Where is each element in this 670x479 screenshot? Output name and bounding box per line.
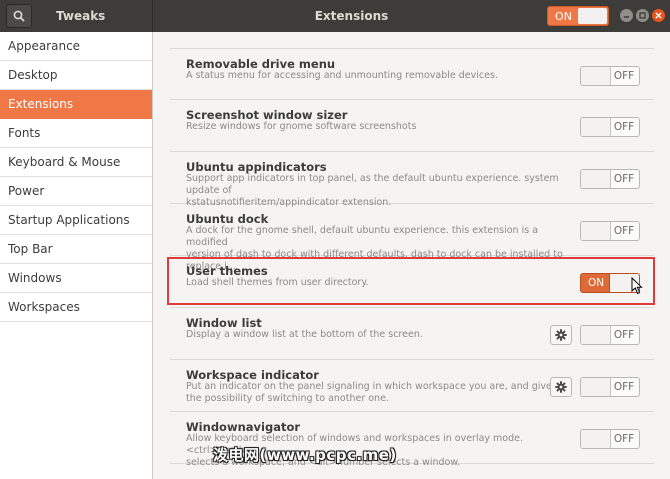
extension-row-ubuntu-appindicators: Ubuntu appindicators Support app indicat… xyxy=(170,152,654,208)
extension-toggle[interactable]: OFF xyxy=(580,429,640,449)
extension-description: Load shell themes from user directory. xyxy=(186,277,369,288)
close-button[interactable] xyxy=(652,9,665,22)
sidebar: Appearance Desktop Extensions Fonts Keyb… xyxy=(0,32,153,479)
gear-icon xyxy=(555,329,567,341)
minimize-button[interactable] xyxy=(620,9,633,22)
extension-name: Workspace indicator xyxy=(186,368,319,382)
maximize-icon xyxy=(639,12,646,19)
watermark: 泼电网(www.pcpc.me) xyxy=(213,446,397,464)
extensions-master-switch[interactable]: ON xyxy=(547,6,609,26)
header-bar: Tweaks Extensions ON xyxy=(0,0,670,32)
toggle-knob xyxy=(581,170,611,188)
extension-row-removable-drive-menu: Removable drive menu A status menu for a… xyxy=(170,48,654,100)
extension-name: Ubuntu appindicators xyxy=(186,160,327,174)
extension-row-workspace-indicator: Workspace indicator Put an indicator on … xyxy=(170,360,654,412)
toggle-knob xyxy=(581,67,611,85)
extension-description: A status menu for accessing and unmounti… xyxy=(186,70,498,81)
extension-settings-button[interactable] xyxy=(550,377,572,397)
extension-toggle[interactable]: OFF xyxy=(580,221,640,241)
extension-row-user-themes: User themes Load shell themes from user … xyxy=(170,256,654,308)
toggle-knob xyxy=(581,118,611,136)
sidebar-item-desktop[interactable]: Desktop xyxy=(0,61,152,90)
extension-name: Removable drive menu xyxy=(186,57,336,71)
extension-settings-button[interactable] xyxy=(550,325,572,345)
search-icon xyxy=(13,10,25,22)
toggle-knob xyxy=(581,378,611,396)
toggle-label: OFF xyxy=(613,329,635,341)
extension-row-ubuntu-dock: Ubuntu dock A dock for the gnome shell, … xyxy=(170,204,654,272)
extension-toggle[interactable]: OFF xyxy=(580,66,640,86)
window-title: Extensions xyxy=(314,9,389,23)
extension-toggle[interactable]: OFF xyxy=(580,377,640,397)
toggle-knob xyxy=(581,326,611,344)
extension-name: User themes xyxy=(186,264,268,278)
maximize-button[interactable] xyxy=(636,9,649,22)
sidebar-item-startup-applications[interactable]: Startup Applications xyxy=(0,206,152,235)
toggle-label: OFF xyxy=(613,173,635,185)
extension-toggle[interactable]: OFF xyxy=(580,325,640,345)
minimize-icon xyxy=(624,16,629,18)
extensions-panel: Removable drive menu A status menu for a… xyxy=(154,32,670,479)
extension-name: Screenshot window sizer xyxy=(186,108,348,122)
window-title-area: Extensions xyxy=(153,0,550,32)
extension-toggle[interactable]: OFF xyxy=(580,117,640,137)
sidebar-item-appearance[interactable]: Appearance xyxy=(0,32,152,61)
sidebar-item-power[interactable]: Power xyxy=(0,177,152,206)
extension-description: Resize windows for gnome software screen… xyxy=(186,121,417,132)
extensions-list: Removable drive menu A status menu for a… xyxy=(170,48,654,468)
toggle-label: ON xyxy=(587,277,605,289)
extension-name: Windownavigator xyxy=(186,420,301,434)
toggle-knob xyxy=(581,430,611,448)
toggle-label: OFF xyxy=(613,70,635,82)
sidebar-item-extensions[interactable]: Extensions xyxy=(0,90,152,119)
extension-name: Ubuntu dock xyxy=(186,212,269,226)
sidebar-item-fonts[interactable]: Fonts xyxy=(0,119,152,148)
toggle-label: OFF xyxy=(613,433,635,445)
sidebar-item-keyboard-mouse[interactable]: Keyboard & Mouse xyxy=(0,148,152,177)
extension-toggle[interactable]: OFF xyxy=(580,169,640,189)
master-switch-knob xyxy=(578,8,607,24)
toggle-label: OFF xyxy=(613,381,635,393)
header-left: Tweaks xyxy=(0,0,153,32)
sidebar-item-windows[interactable]: Windows xyxy=(0,264,152,293)
extension-description: Display a window list at the bottom of t… xyxy=(186,329,423,340)
app-title: Tweaks xyxy=(56,9,106,23)
close-icon xyxy=(655,12,662,19)
toggle-knob xyxy=(581,222,611,240)
mouse-pointer-icon xyxy=(631,277,643,295)
sidebar-item-workspaces[interactable]: Workspaces xyxy=(0,293,152,322)
extension-row-window-list: Window list Display a window list at the… xyxy=(170,308,654,360)
extension-row-screenshot-window-sizer: Screenshot window sizer Resize windows f… xyxy=(170,100,654,152)
sidebar-item-top-bar[interactable]: Top Bar xyxy=(0,235,152,264)
extension-description: Put an indicator on the panel signaling … xyxy=(186,381,572,404)
toggle-label: OFF xyxy=(613,225,635,237)
search-button[interactable] xyxy=(6,4,32,28)
master-switch-label: ON xyxy=(555,9,572,23)
gear-icon xyxy=(555,381,567,393)
toggle-label: OFF xyxy=(613,121,635,133)
extension-name: Window list xyxy=(186,316,262,330)
